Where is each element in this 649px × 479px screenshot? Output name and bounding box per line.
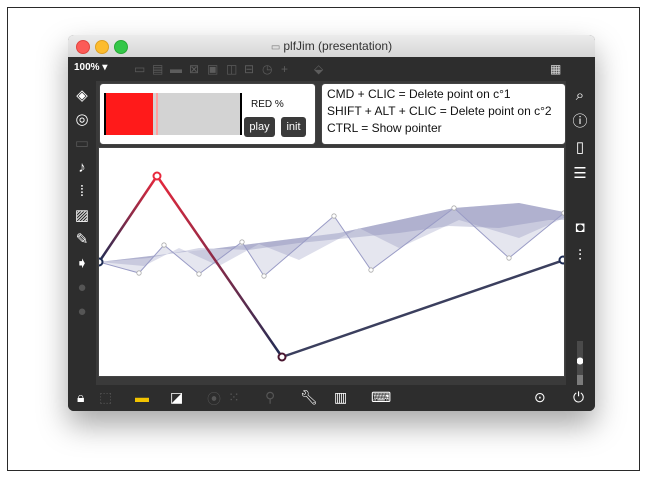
top-toolbar: 100% ▾ ▭ ▤ ▬ ⊠ ▣ ◫ ⊟ ◷ + ⬙ ▦: [68, 57, 595, 81]
envelope-point-10[interactable]: [561, 210, 567, 216]
envelope-bands: [98, 203, 567, 279]
window-title: ▭ plfJim (presentation): [68, 39, 595, 53]
envelope-point-7[interactable]: [368, 267, 374, 273]
curve-point-peak[interactable]: [152, 171, 162, 181]
curve-segment-1[interactable]: [97, 175, 159, 263]
init-button[interactable]: init: [281, 117, 306, 137]
patch-canvas: RED % play init CMD + CLIC = Delete poin…: [94, 81, 568, 385]
plug-icon[interactable]: ➧: [68, 255, 96, 273]
target-icon[interactable]: ◎: [68, 111, 96, 129]
meter-cursor: [156, 93, 158, 135]
envelope-point-4[interactable]: [239, 239, 245, 245]
object-icon[interactable]: ▣: [207, 62, 218, 76]
document-icon: ▭: [270, 42, 281, 53]
title-bar[interactable]: ▭ plfJim (presentation): [68, 35, 595, 58]
bottom-toolbar: 🔒︎ ⬚ ▬ ◪ ⦿ ⁙ ⚲ 🔧︎ ▥ ⌨ ⊙ ⏻: [68, 385, 595, 411]
info-icon[interactable]: ⓘ: [566, 113, 594, 131]
power-icon[interactable]: ⏻: [573, 389, 584, 406]
mixer-icon[interactable]: ⫶: [566, 247, 594, 265]
volume-knob: [577, 357, 583, 365]
delete-box-icon[interactable]: ⊠: [189, 62, 199, 76]
curve-point-start[interactable]: [94, 257, 104, 267]
meter-right-edge: [240, 93, 242, 135]
probe-icon[interactable]: ⚲: [265, 389, 275, 406]
curve-editor-canvas[interactable]: [94, 148, 568, 376]
debug-icon[interactable]: ⦿: [207, 389, 221, 409]
wrench-icon[interactable]: 🔧︎: [300, 389, 318, 406]
grid-dim-icon[interactable]: ⁙: [228, 389, 240, 406]
keyboard-piano-icon[interactable]: ▥: [334, 389, 347, 406]
presentation-icon[interactable]: ▬: [135, 389, 149, 405]
clock-icon[interactable]: ◷: [262, 62, 272, 76]
curve-point-valley[interactable]: [277, 352, 287, 362]
camera-icon[interactable]: ◘: [566, 219, 594, 237]
red-control-panel: RED % play init: [99, 83, 316, 145]
paint-bucket-icon[interactable]: ⬙: [314, 62, 323, 76]
list-icon[interactable]: ☰: [566, 165, 594, 183]
inlet-icon[interactable]: ◫: [226, 62, 237, 76]
circle-dim-icon[interactable]: ●: [68, 279, 96, 297]
play-circle-icon[interactable]: ⊙: [534, 389, 546, 406]
bpatcher-icon[interactable]: ▭: [68, 135, 96, 153]
keyboard-icon[interactable]: ⌨: [371, 389, 391, 406]
right-sidebar: ⌕ ⓘ ▯ ☰ ◘ ⫶: [566, 81, 595, 411]
help-line-1: CMD + CLIC = Delete point on c°1: [327, 87, 511, 101]
frame-icon[interactable]: ▭: [134, 62, 145, 76]
paperclip-icon[interactable]: ✎: [68, 231, 96, 249]
book-icon[interactable]: ▯: [566, 139, 594, 157]
package-icon[interactable]: ◈: [68, 87, 96, 105]
search-icon[interactable]: ⌕: [566, 87, 594, 105]
curve-point-end[interactable]: [558, 255, 568, 265]
help-line-2: SHIFT + ALT + CLIC = Delete point on c°2: [327, 104, 552, 118]
image-icon[interactable]: ▨: [68, 207, 96, 225]
app-window: ▭ plfJim (presentation) 100% ▾ ▭ ▤ ▬ ⊠ ▣ …: [68, 35, 595, 411]
play-button[interactable]: play: [244, 117, 275, 137]
curve-segment-3[interactable]: [281, 258, 565, 359]
envelope-point-9[interactable]: [506, 255, 512, 261]
help-line-3: CTRL = Show pointer: [327, 121, 442, 135]
meter-left-edge: [104, 93, 106, 135]
left-sidebar: ◈ ◎ ▭ ♪ ⁞ ▨ ✎ ➧ ● ●: [68, 81, 96, 391]
step-icon[interactable]: ⁞: [68, 183, 96, 201]
red-percent-meter[interactable]: [104, 93, 242, 135]
circle-dim-icon-2[interactable]: ●: [68, 303, 96, 321]
add-icon[interactable]: +: [281, 62, 288, 76]
zoom-dropdown[interactable]: 100% ▾: [74, 62, 107, 73]
envelope-point-2[interactable]: [161, 242, 167, 248]
envelope-point-6[interactable]: [331, 213, 337, 219]
envelope-point-3[interactable]: [196, 271, 202, 277]
outlet-icon[interactable]: ⊟: [244, 62, 254, 76]
grid-icon[interactable]: ▦: [550, 62, 561, 76]
lock-icon[interactable]: 🔒︎: [77, 389, 84, 406]
music-note-icon[interactable]: ♪: [68, 159, 96, 177]
curve-editor[interactable]: [94, 147, 568, 377]
layout-icon[interactable]: ▤: [152, 62, 163, 76]
help-text: CMD + CLIC = Delete point on c°1 SHIFT +…: [327, 86, 552, 137]
envelope-point-8[interactable]: [451, 205, 457, 211]
envelope-point-1[interactable]: [136, 270, 142, 276]
red-percent-label: RED %: [251, 99, 284, 110]
windows-icon[interactable]: ◪: [170, 389, 183, 406]
window-title-text: plfJim (presentation): [283, 39, 393, 53]
comment-icon[interactable]: ▬: [170, 62, 182, 76]
help-panel: CMD + CLIC = Delete point on c°1 SHIFT +…: [321, 83, 566, 145]
red-meter-fill: [104, 93, 153, 135]
edit-icon[interactable]: ⬚: [99, 389, 112, 406]
envelope-point-5[interactable]: [261, 273, 267, 279]
